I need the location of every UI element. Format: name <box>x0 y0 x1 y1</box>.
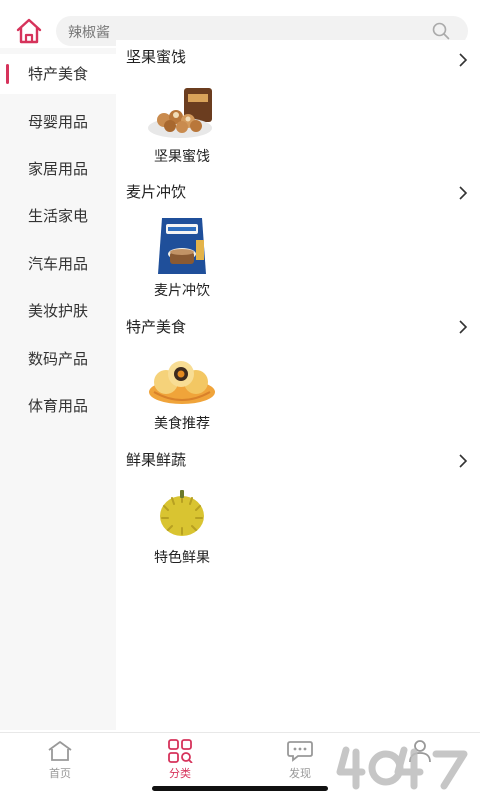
sidebar-item-local-food[interactable]: 特产美食 <box>0 54 116 94</box>
category-content: 坚果蜜饯 坚果蜜饯 麦片冲饮 麦片冲饮 特产美食 美食推荐 鲜果鲜蔬 特色鲜果 <box>116 40 480 730</box>
nuts-image[interactable] <box>146 84 218 148</box>
sidebar-item-sports[interactable]: 体育用品 <box>0 386 116 426</box>
product-label-fruit[interactable]: 特色鲜果 <box>140 547 224 567</box>
chat-bubble-icon <box>287 741 313 762</box>
home-icon <box>48 741 72 761</box>
tab-label: 首页 <box>49 767 71 780</box>
sidebar-item-home[interactable]: 家居用品 <box>0 149 116 189</box>
sidebar-item-beauty[interactable]: 美妆护肤 <box>0 291 116 331</box>
chevron-right-icon[interactable] <box>458 53 468 67</box>
sidebar-item-appliance[interactable]: 生活家电 <box>0 196 116 236</box>
durian-image[interactable] <box>146 484 218 548</box>
sidebar-item-baby[interactable]: 母婴用品 <box>0 102 116 142</box>
sidebar-item-auto[interactable]: 汽车用品 <box>0 244 116 284</box>
tab-home[interactable]: 首页 <box>20 739 100 781</box>
product-label-cereal[interactable]: 麦片冲饮 <box>140 280 224 300</box>
tab-label: 分类 <box>169 767 191 780</box>
section-title-nuts[interactable]: 坚果蜜饯 <box>126 46 186 67</box>
product-label-nuts[interactable]: 坚果蜜饯 <box>140 146 224 166</box>
section-title-fresh[interactable]: 鲜果鲜蔬 <box>126 449 186 470</box>
home-icon[interactable] <box>14 16 44 46</box>
watermark-logo <box>336 742 472 792</box>
product-label-recommended[interactable]: 美食推荐 <box>140 413 224 433</box>
sidebar-item-digital[interactable]: 数码产品 <box>0 339 116 379</box>
category-icon <box>168 739 193 763</box>
tab-category[interactable]: 分类 <box>140 739 220 781</box>
section-title-cereal[interactable]: 麦片冲饮 <box>126 181 186 202</box>
pastry-image[interactable] <box>146 348 218 412</box>
home-indicator <box>152 786 328 791</box>
section-title-local-food[interactable]: 特产美食 <box>126 316 186 337</box>
tab-label: 发现 <box>289 767 311 780</box>
tab-discover[interactable]: 发现 <box>260 739 340 781</box>
chevron-right-icon[interactable] <box>458 186 468 200</box>
chevron-right-icon[interactable] <box>458 320 468 334</box>
chevron-right-icon[interactable] <box>458 454 468 468</box>
search-icon[interactable] <box>432 22 450 40</box>
category-sidebar: 特产美食 母婴用品 家居用品 生活家电 汽车用品 美妆护肤 数码产品 体育用品 <box>0 48 116 730</box>
cereal-bag-image[interactable] <box>146 214 218 278</box>
search-placeholder: 辣椒酱 <box>68 25 110 41</box>
